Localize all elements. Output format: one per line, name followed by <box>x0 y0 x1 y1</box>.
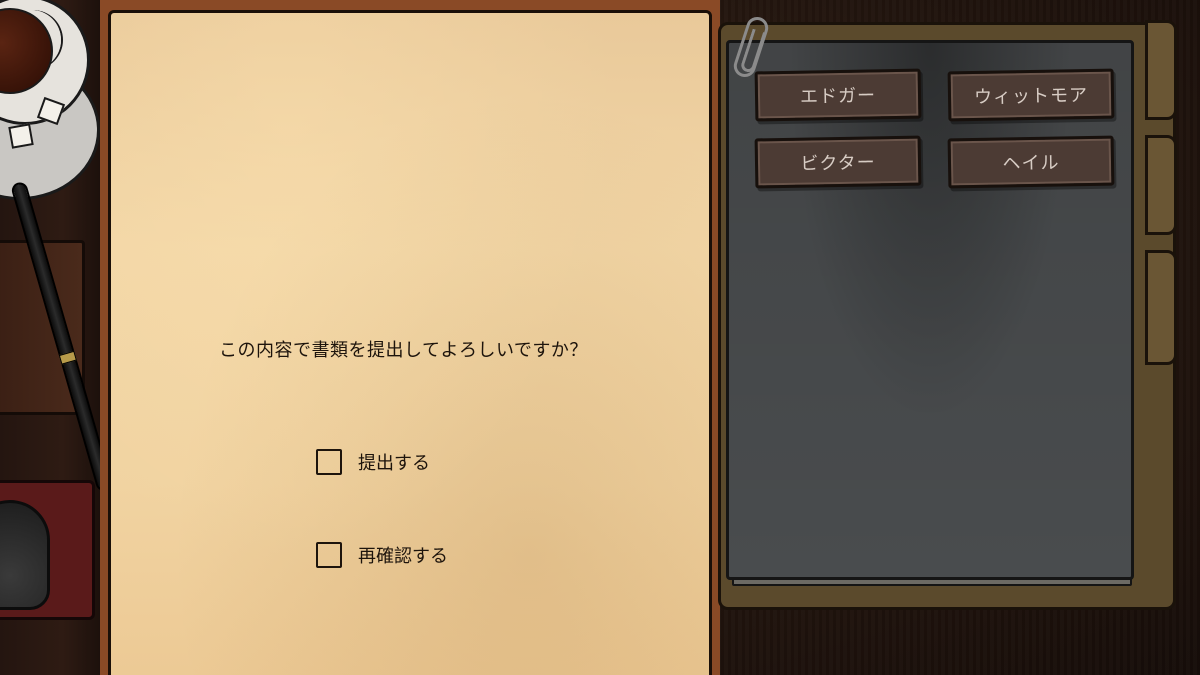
pen-band <box>58 350 77 365</box>
folder-page <box>726 40 1134 580</box>
suspect-tab-whitmore[interactable]: ウィットモア <box>947 68 1115 122</box>
submit-option[interactable]: 提出する <box>316 447 430 477</box>
suspect-tab-heil[interactable]: ヘイル <box>947 135 1115 189</box>
folder-side-tab <box>1145 250 1177 365</box>
recheck-checkbox[interactable] <box>316 542 342 568</box>
confirm-question: この内容で書類を提出してよろしいですか？ <box>219 340 588 361</box>
recheck-option[interactable]: 再確認する <box>316 540 448 570</box>
suspect-tab-victor[interactable]: ビクター <box>754 135 922 189</box>
folder-side-tab <box>1145 20 1177 120</box>
cup-handle <box>23 10 61 70</box>
folder-side-tab <box>1145 135 1177 235</box>
submit-checkbox[interactable] <box>316 449 342 475</box>
suspect-tab-edgar[interactable]: エドガー <box>754 68 922 122</box>
confirmation-paper: この内容で書類を提出してよろしいですか？ 提出する 再確認する <box>108 10 712 675</box>
sugar-cube-icon <box>8 123 34 149</box>
stamp-prop <box>0 500 50 610</box>
submit-option-label: 提出する <box>358 453 430 474</box>
recheck-option-label: 再確認する <box>358 546 448 567</box>
